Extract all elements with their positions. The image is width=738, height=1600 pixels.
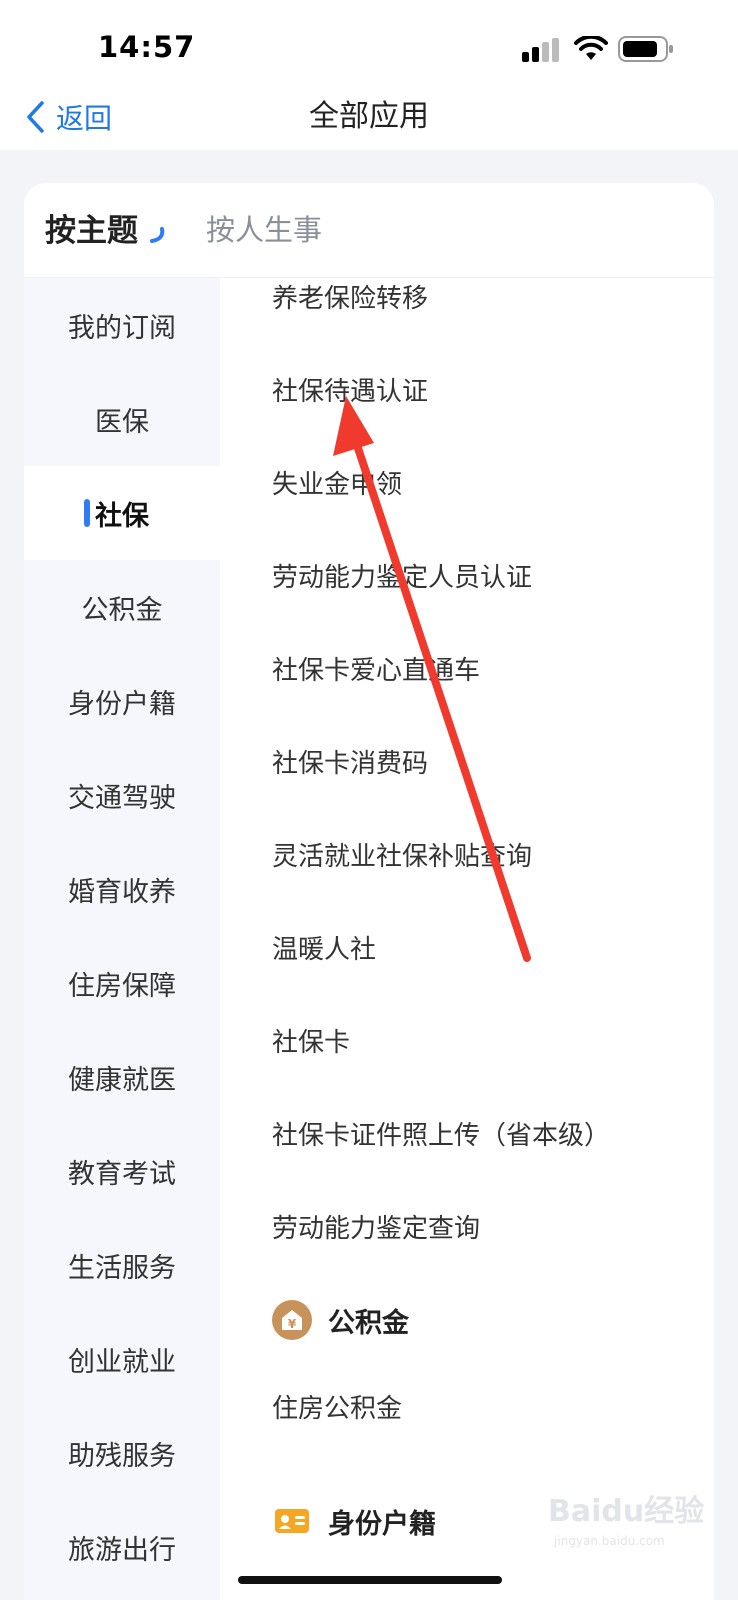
sidebar-item-medical-insurance[interactable]: 医保 bbox=[24, 372, 220, 466]
sidebar-item-label: 婚育收养 bbox=[68, 876, 176, 908]
section-title: 身份户籍 bbox=[328, 1508, 436, 1540]
watermark-logo: Baidu经验 jingyan.baidu.com bbox=[548, 1486, 723, 1566]
cellular-signal-icon bbox=[522, 38, 559, 62]
list-item[interactable]: 住房公积金 bbox=[272, 1388, 402, 1425]
home-indicator[interactable] bbox=[238, 1576, 502, 1584]
list-item[interactable]: 社保卡消费码 bbox=[272, 743, 428, 780]
tab-by-life-event[interactable]: 按人生事 bbox=[206, 207, 322, 249]
sidebar-item-subscriptions[interactable]: 我的订阅 bbox=[24, 278, 220, 372]
nav-bar: 全部应用 返回 bbox=[0, 95, 738, 150]
watermark-brand: Baidu经验 bbox=[548, 1494, 705, 1529]
sidebar-item-travel[interactable]: 旅游出行 bbox=[24, 1500, 220, 1594]
list-item[interactable]: 劳动能力鉴定查询 bbox=[272, 1208, 480, 1245]
sidebar-item-identity[interactable]: 身份户籍 bbox=[24, 654, 220, 748]
sidebar-item-label: 教育考试 bbox=[68, 1158, 176, 1190]
sidebar-item-label: 医保 bbox=[95, 406, 149, 438]
list-item[interactable]: 劳动能力鉴定人员认证 bbox=[272, 557, 532, 594]
tab-active-indicator bbox=[150, 227, 165, 243]
list-item[interactable]: 社保待遇认证 bbox=[272, 371, 428, 408]
sidebar-item-label: 旅游出行 bbox=[68, 1534, 176, 1566]
list-item[interactable]: 温暖人社 bbox=[272, 929, 376, 966]
sidebar-item-marriage[interactable]: 婚育收养 bbox=[24, 842, 220, 936]
list-item[interactable]: 社保卡爱心直通车 bbox=[272, 650, 480, 687]
tab-by-theme[interactable]: 按主题 bbox=[45, 205, 138, 250]
sidebar-item-label: 交通驾驶 bbox=[68, 782, 176, 814]
sidebar-item-employment[interactable]: 创业就业 bbox=[24, 1312, 220, 1406]
sidebar-item-housing[interactable]: 住房保障 bbox=[24, 936, 220, 1030]
sidebar-item-social-security[interactable]: 社保 bbox=[24, 466, 220, 560]
status-bar: 14:57 bbox=[0, 0, 738, 95]
watermark-site: jingyan.baidu.com bbox=[554, 1534, 665, 1548]
service-list: 养老保险转移 社保待遇认证 失业金申领 劳动能力鉴定人员认证 社保卡爱心直通车 … bbox=[220, 278, 714, 1600]
sidebar-item-label: 我的订阅 bbox=[68, 312, 176, 344]
wifi-icon bbox=[574, 36, 608, 60]
list-item[interactable]: 失业金申领 bbox=[272, 464, 402, 501]
sidebar-item-label: 公积金 bbox=[81, 594, 163, 626]
id-card-icon bbox=[272, 1501, 312, 1541]
sidebar-item-disability[interactable]: 助残服务 bbox=[24, 1406, 220, 1500]
sidebar-item-education[interactable]: 教育考试 bbox=[24, 1124, 220, 1218]
list-item[interactable]: 养老保险转移 bbox=[272, 278, 428, 315]
sidebar-item-label: 助残服务 bbox=[68, 1440, 176, 1472]
sidebar-item-label: 创业就业 bbox=[68, 1346, 176, 1378]
list-item[interactable]: 社保卡证件照上传（省本级） bbox=[272, 1115, 610, 1152]
sidebar-item-label: 生活服务 bbox=[68, 1252, 176, 1284]
sidebar-item-traffic[interactable]: 交通驾驶 bbox=[24, 748, 220, 842]
active-indicator bbox=[84, 499, 90, 527]
tab-bar: 按主题 按人生事 bbox=[24, 183, 714, 278]
battery-icon bbox=[618, 36, 673, 62]
sidebar-item-label: 社保 bbox=[95, 500, 149, 532]
list-item[interactable]: 灵活就业社保补贴查询 bbox=[272, 836, 532, 873]
house-yuan-icon: ¥ bbox=[272, 1300, 312, 1340]
sidebar-item-housing-fund[interactable]: 公积金 bbox=[24, 560, 220, 654]
category-sidebar: 我的订阅 医保 社保 公积金 身份户籍 交通驾驶 婚育收养 住房保障 健康就医 … bbox=[24, 278, 220, 1600]
list-item[interactable]: 社保卡 bbox=[272, 1022, 350, 1059]
sidebar-item-life-services[interactable]: 生活服务 bbox=[24, 1218, 220, 1312]
status-time: 14:57 bbox=[98, 30, 196, 64]
apps-card: 按主题 按人生事 我的订阅 医保 社保 公积金 身份户籍 交通驾驶 婚育收养 住… bbox=[24, 183, 714, 1600]
back-label: 返回 bbox=[56, 102, 113, 135]
section-header-housing-fund: ¥ 公积金 bbox=[272, 1300, 409, 1340]
sidebar-item-label: 健康就医 bbox=[68, 1064, 176, 1096]
chevron-left-icon bbox=[27, 101, 44, 133]
section-header-identity: 身份户籍 bbox=[272, 1501, 436, 1541]
back-button[interactable]: 返回 bbox=[24, 95, 112, 139]
sidebar-item-label: 身份户籍 bbox=[68, 688, 176, 720]
svg-text:¥: ¥ bbox=[288, 1317, 297, 1331]
sidebar-item-health[interactable]: 健康就医 bbox=[24, 1030, 220, 1124]
section-title: 公积金 bbox=[328, 1307, 409, 1339]
sidebar-item-label: 住房保障 bbox=[68, 970, 176, 1002]
